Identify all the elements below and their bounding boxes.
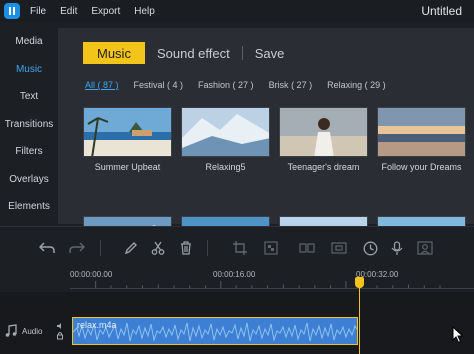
audio-track-header: Audio xyxy=(0,316,68,346)
tab-sound-effect[interactable]: Sound effect xyxy=(145,42,242,64)
sidebar-item-filters[interactable]: Filters xyxy=(0,138,58,166)
music-card[interactable]: Teenager's dream xyxy=(279,107,368,172)
music-title: Relaxing5 xyxy=(205,162,246,172)
sidebar-item-label: Overlays xyxy=(9,173,49,185)
category-filters: All ( 87 ) Festival ( 4 ) Fashion ( 27 )… xyxy=(85,80,401,90)
filter-all[interactable]: All ( 87 ) xyxy=(85,80,119,90)
camera-icon[interactable] xyxy=(416,239,434,257)
music-thumbnail[interactable] xyxy=(279,107,368,157)
timecode-label: 00:00:16.00 xyxy=(213,270,256,279)
sidebar: Media Music Text Transitions Filters Ove… xyxy=(0,28,58,224)
music-card[interactable]: Relaxing5 xyxy=(181,107,270,172)
music-title: Teenager's dream xyxy=(287,162,360,172)
toolbar-divider xyxy=(207,240,208,256)
sidebar-item-label: Media xyxy=(15,36,43,48)
app-logo-icon xyxy=(4,3,20,19)
music-thumbnail[interactable] xyxy=(83,107,172,157)
split-screen-icon[interactable] xyxy=(330,239,348,257)
delete-icon[interactable] xyxy=(177,239,195,257)
document-title: Untitled xyxy=(421,4,462,18)
menu-file[interactable]: File xyxy=(30,6,46,17)
sidebar-item-label: Transitions xyxy=(4,118,54,130)
menu-edit[interactable]: Edit xyxy=(60,6,77,17)
library-tabs: Music Sound effect Save xyxy=(83,42,296,64)
music-library-panel: Music Sound effect Save All ( 87 ) Festi… xyxy=(58,28,474,254)
timecode-label: 00:00:00.00 xyxy=(70,270,113,279)
sidebar-item-text[interactable]: Text xyxy=(0,83,58,111)
audio-clip[interactable]: relax.m4a xyxy=(72,317,358,345)
sidebar-item-elements[interactable]: Elements xyxy=(0,193,58,221)
menu-bar: File Edit Export Help xyxy=(30,6,169,17)
record-icon[interactable] xyxy=(388,239,406,257)
sidebar-item-label: Text xyxy=(19,91,39,103)
sidebar-item-label: Filters xyxy=(15,146,43,158)
toolbar-divider xyxy=(100,240,101,256)
mouse-cursor-icon xyxy=(452,326,464,344)
sidebar-item-overlays[interactable]: Overlays xyxy=(0,166,58,194)
tab-music[interactable]: Music xyxy=(83,42,145,64)
volume-icon[interactable] xyxy=(57,323,62,329)
redo-icon[interactable] xyxy=(68,239,86,257)
music-note-icon xyxy=(5,324,17,337)
filter-festival[interactable]: Festival ( 4 ) xyxy=(134,80,184,90)
track-controls xyxy=(57,323,64,340)
timeline-ruler[interactable]: 00:00:00.00 00:00:16.00 00:00:32.00 xyxy=(0,268,474,292)
tab-save[interactable]: Save xyxy=(243,42,297,64)
cut-icon[interactable] xyxy=(149,239,167,257)
duration-icon[interactable] xyxy=(361,239,379,257)
music-title: Follow your Dreams xyxy=(381,162,462,172)
filter-relaxing[interactable]: Relaxing ( 29 ) xyxy=(327,80,386,90)
edit-toolbar xyxy=(0,226,474,268)
crop-icon[interactable] xyxy=(231,239,249,257)
music-title: Summer Upbeat xyxy=(94,162,161,172)
filter-fashion[interactable]: Fashion ( 27 ) xyxy=(198,80,254,90)
title-bar: File Edit Export Help Untitled xyxy=(0,0,474,22)
menu-export[interactable]: Export xyxy=(91,6,120,17)
music-thumbnail[interactable] xyxy=(377,107,466,157)
music-thumbnail[interactable] xyxy=(181,107,270,157)
sidebar-item-transitions[interactable]: Transitions xyxy=(0,111,58,139)
filter-brisk[interactable]: Brisk ( 27 ) xyxy=(269,80,313,90)
playhead-handle[interactable] xyxy=(355,277,364,288)
sidebar-item-media[interactable]: Media xyxy=(0,28,58,56)
sidebar-item-label: Music xyxy=(15,63,43,75)
ruler-ticks xyxy=(70,281,474,289)
lock-icon[interactable] xyxy=(57,334,64,340)
undo-icon[interactable] xyxy=(38,239,56,257)
sidebar-item-label: Elements xyxy=(8,201,50,213)
menu-help[interactable]: Help xyxy=(134,6,155,17)
track-label: Audio xyxy=(22,326,43,336)
playhead-line xyxy=(359,282,360,354)
sidebar-item-music[interactable]: Music xyxy=(0,56,58,84)
music-card[interactable]: Follow your Dreams xyxy=(377,107,466,172)
music-card[interactable]: Summer Upbeat xyxy=(83,107,172,172)
edit-icon[interactable] xyxy=(122,239,140,257)
clip-name: relax.m4a xyxy=(77,320,117,330)
speed-icon[interactable] xyxy=(298,239,316,257)
mosaic-icon[interactable] xyxy=(262,239,280,257)
